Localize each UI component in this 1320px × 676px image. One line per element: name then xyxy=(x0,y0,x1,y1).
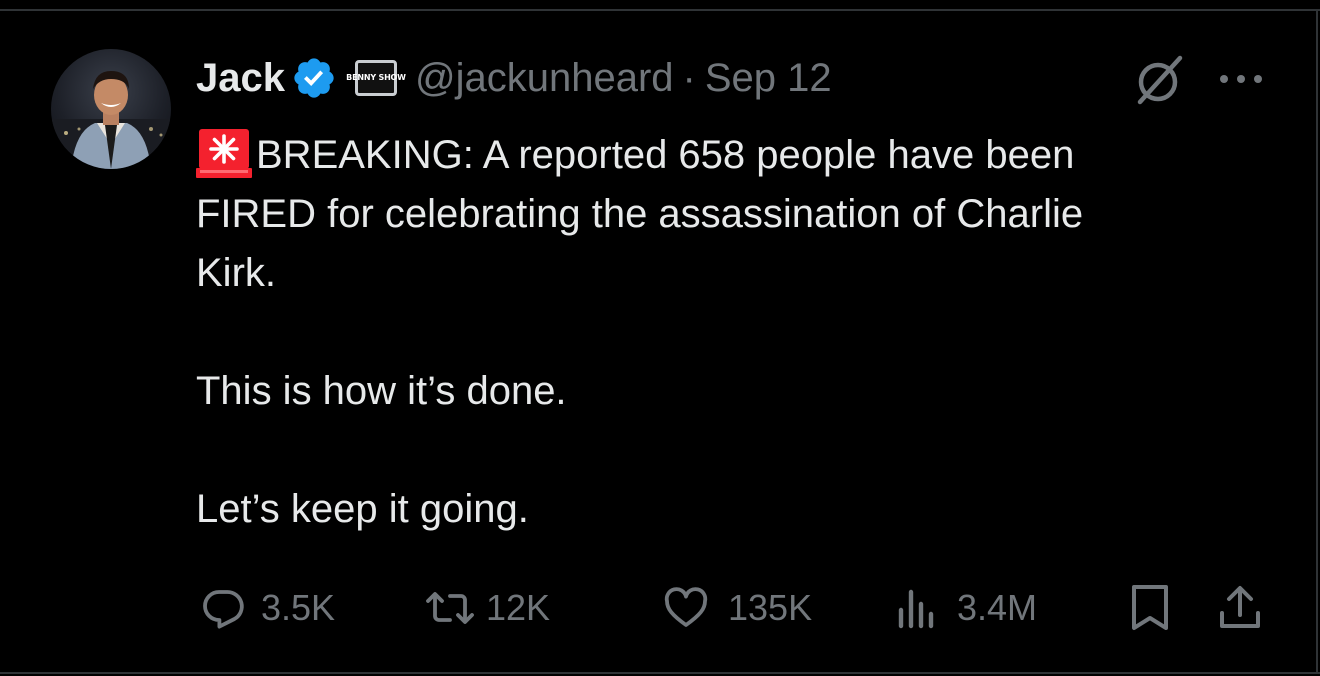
separator-dot: · xyxy=(682,55,696,100)
heart-icon xyxy=(662,584,710,632)
like-count: 135K xyxy=(728,587,813,628)
views-button[interactable]: 3.4M xyxy=(895,578,1037,638)
bookmark-button[interactable] xyxy=(1128,578,1172,638)
tweet-paragraph-3: Let’s keep it going. xyxy=(196,487,529,531)
reply-count: 3.5K xyxy=(261,587,336,628)
affiliate-badge[interactable]: BENNY SHOW xyxy=(346,60,406,96)
reply-icon xyxy=(199,584,247,632)
grok-icon[interactable] xyxy=(1132,52,1188,108)
top-divider xyxy=(0,9,1320,11)
tweet-header: Jack BENNY SHOW @jackunheard · Sep 12 xyxy=(196,52,832,104)
action-bar: 3.5K 12K 135K 3.4M xyxy=(0,578,1320,638)
tweet-text: BREAKING: A reported 658 people have bee… xyxy=(196,124,1256,539)
reply-button[interactable]: 3.5K xyxy=(199,578,335,638)
share-icon xyxy=(1216,583,1264,633)
repost-button[interactable]: 12K xyxy=(424,578,550,638)
tweet-date[interactable]: Sep 12 xyxy=(705,56,832,101)
like-button[interactable]: 135K xyxy=(662,578,812,638)
verified-badge-icon[interactable] xyxy=(291,55,337,101)
tweet-paragraph-2: This is how it’s done. xyxy=(196,369,567,413)
bookmark-icon xyxy=(1128,583,1172,633)
share-button[interactable] xyxy=(1216,578,1264,638)
bottom-divider xyxy=(0,672,1320,674)
views-count: 3.4M xyxy=(957,587,1038,628)
right-border xyxy=(1316,10,1318,674)
author-name[interactable]: Jack xyxy=(196,56,285,101)
affiliate-badge-label: BENNY SHOW xyxy=(346,73,406,82)
repost-count: 12K xyxy=(486,587,551,628)
siren-icon xyxy=(196,124,252,180)
avatar[interactable] xyxy=(51,49,171,169)
views-icon xyxy=(895,584,939,632)
repost-icon xyxy=(424,584,476,632)
tweet-paragraph-1: BREAKING: A reported 658 people have bee… xyxy=(196,133,1084,295)
more-icon[interactable] xyxy=(1218,72,1264,84)
author-handle[interactable]: @jackunheard xyxy=(415,56,674,101)
